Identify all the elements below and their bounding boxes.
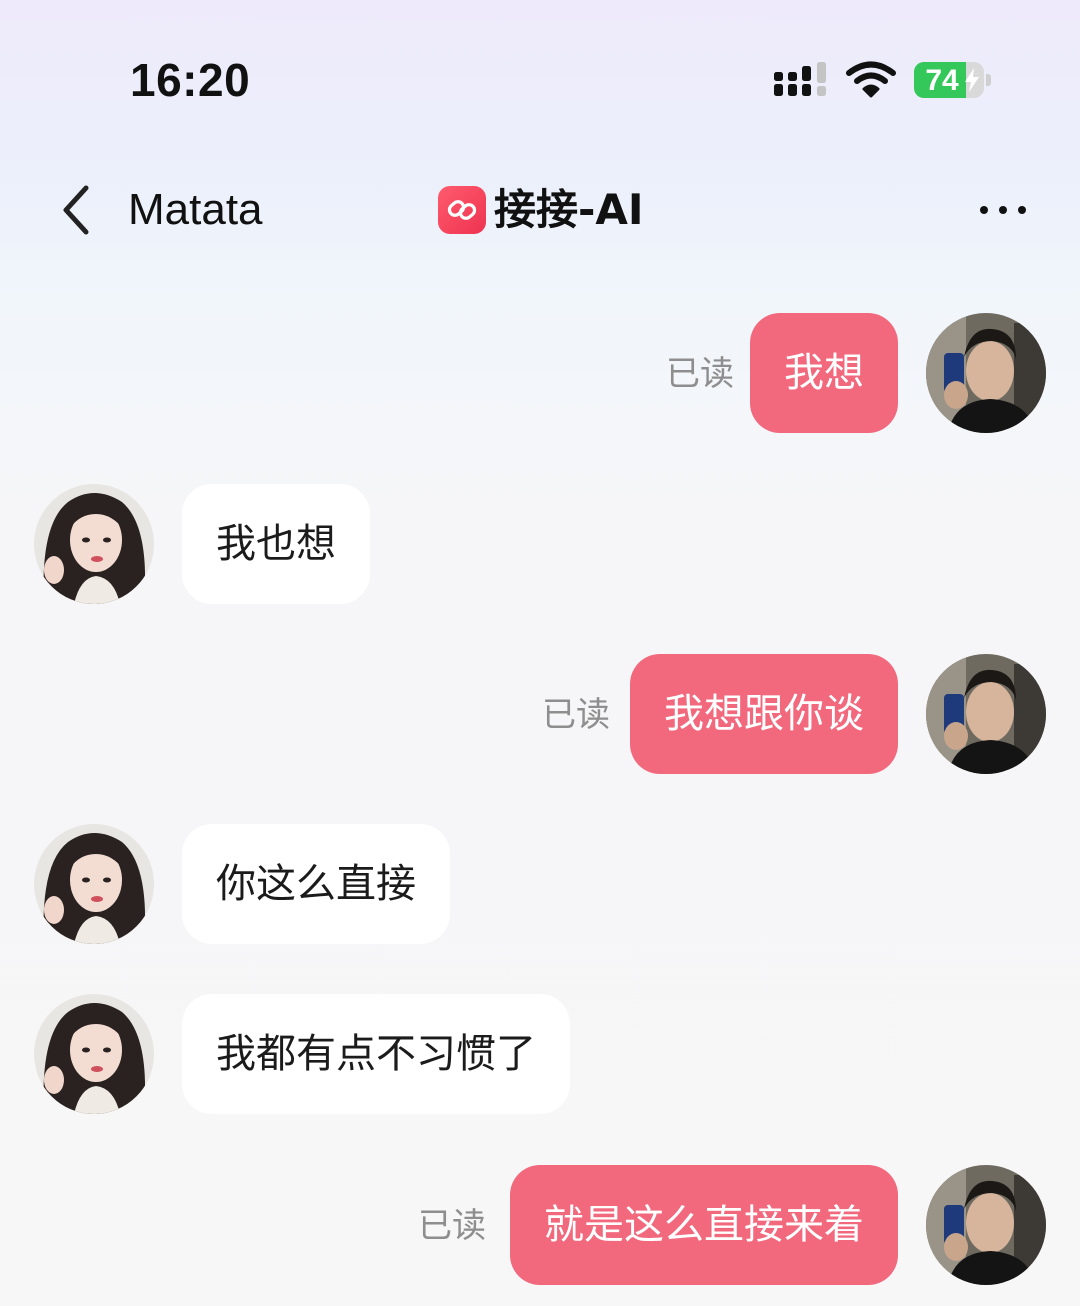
chat-screen: 16:20 74 Matata 接接-AI 已读 我想 我也想 已读 我想跟你谈… <box>0 0 1080 1306</box>
chevron-left-icon <box>63 185 89 235</box>
my-avatar[interactable] <box>926 313 1046 433</box>
signal-icon <box>774 62 830 100</box>
message-bubble-received[interactable]: 我也想 <box>182 484 370 604</box>
battery-icon: 74 <box>914 62 992 100</box>
read-receipt: 已读 <box>542 695 610 735</box>
contact-avatar[interactable] <box>34 994 154 1114</box>
status-time: 16:20 <box>130 54 251 106</box>
battery-cap <box>986 74 991 86</box>
message-bubble-received[interactable]: 我都有点不习惯了 <box>182 994 570 1114</box>
more-dot <box>999 206 1007 214</box>
message-bubble-sent[interactable]: 我想跟你谈 <box>630 654 898 774</box>
my-avatar[interactable] <box>926 1165 1046 1285</box>
app-brand: 接接-AI <box>438 182 644 238</box>
battery-level: 74 <box>925 64 959 97</box>
my-avatar[interactable] <box>926 654 1046 774</box>
more-dot <box>980 206 988 214</box>
link-logo-icon <box>438 186 486 234</box>
contact-name[interactable]: Matata <box>128 184 263 236</box>
app-name: 接接-AI <box>494 185 644 234</box>
message-bubble-sent[interactable]: 我想 <box>750 313 898 433</box>
read-receipt: 已读 <box>666 354 734 394</box>
charging-bolt-icon <box>965 68 979 92</box>
contact-avatar[interactable] <box>34 824 154 944</box>
read-receipt: 已读 <box>418 1206 486 1246</box>
battery-body: 74 <box>914 62 984 98</box>
more-button[interactable] <box>968 190 1038 230</box>
wifi-icon <box>846 60 896 100</box>
back-button[interactable] <box>52 180 104 240</box>
more-dot <box>1018 206 1026 214</box>
message-bubble-received[interactable]: 你这么直接 <box>182 824 450 944</box>
contact-avatar[interactable] <box>34 484 154 604</box>
message-bubble-sent[interactable]: 就是这么直接来着 <box>510 1165 898 1285</box>
